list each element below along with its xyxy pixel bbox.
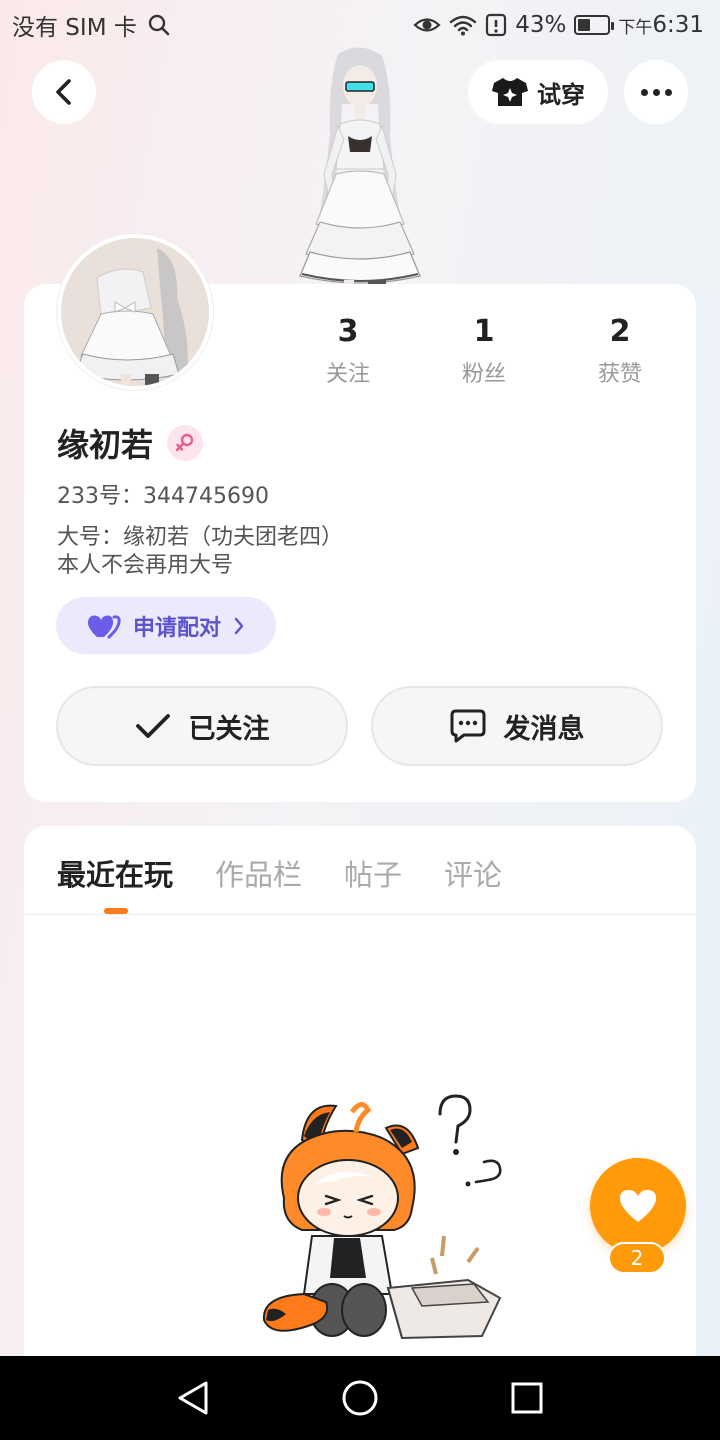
dot-icon (664, 88, 672, 96)
check-icon (135, 714, 170, 738)
stat-followers[interactable]: 1 粉丝 (416, 314, 552, 388)
nav-back-button[interactable] (163, 1368, 223, 1428)
try-on-label: 试穿 (537, 80, 585, 109)
battery-text: 43% (515, 12, 567, 38)
system-navigation-bar (0, 1356, 720, 1440)
chevron-left-icon (56, 79, 71, 105)
avatar-3d-figure[interactable] (280, 44, 440, 289)
try-on-button[interactable]: 试穿 (468, 60, 608, 124)
time-prefix: 下午 (618, 17, 653, 38)
shirt-sparkle-icon (492, 78, 528, 106)
tab-works[interactable]: 作品栏 (215, 852, 302, 894)
female-gender-icon (167, 425, 204, 461)
back-button[interactable] (32, 60, 96, 124)
eye-icon (413, 18, 441, 32)
username: 缘初若 (57, 426, 154, 464)
status-left: 没有 SIM 卡 (12, 8, 171, 42)
triangle-back-icon (178, 1381, 208, 1415)
avatar-image (61, 238, 209, 386)
request-pair-button[interactable]: 申请配对 (56, 597, 276, 654)
alert-icon (486, 13, 507, 37)
chevron-right-icon (234, 617, 244, 634)
square-recents-icon (511, 1382, 543, 1414)
user-bio: 大号：缘初若（功夫团老四） 本人不会再用大号 (57, 525, 344, 578)
chat-bubble-icon (450, 709, 485, 743)
stat-likes[interactable]: 2 获赞 (552, 314, 688, 388)
username-row: 缘初若 (57, 420, 204, 466)
nav-home-button[interactable] (330, 1368, 390, 1428)
dot-icon (652, 88, 660, 96)
status-bar: 没有 SIM 卡 43% 下午 6:31 (0, 0, 720, 50)
stat-label: 获赞 (597, 362, 642, 387)
search-icon (148, 14, 170, 36)
profile-stats: 3 关注 1 粉丝 2 获赞 (280, 314, 688, 388)
tabs-divider (24, 914, 696, 915)
tab-recently-played[interactable]: 最近在玩 (57, 852, 173, 894)
clock-time: 6:31 (652, 12, 704, 38)
battery-fill (578, 19, 591, 31)
battery-icon (574, 15, 615, 35)
user-id: 233号：344745690 (57, 484, 269, 509)
like-button[interactable] (590, 1158, 686, 1254)
tab-comments[interactable]: 评论 (444, 852, 502, 894)
stat-value: 3 (337, 314, 359, 349)
more-options-button[interactable] (624, 60, 688, 124)
tab-bar: 最近在玩 作品栏 帖子 评论 (57, 852, 502, 894)
wifi-icon (450, 15, 477, 36)
like-count-badge: 2 (608, 1242, 666, 1274)
request-pair-label: 申请配对 (132, 615, 221, 641)
tab-posts[interactable]: 帖子 (344, 852, 402, 894)
dot-icon (640, 88, 648, 96)
send-message-button[interactable]: 发消息 (371, 686, 663, 766)
stat-following[interactable]: 3 关注 (280, 314, 416, 388)
carrier-text: 没有 SIM 卡 (12, 15, 137, 41)
content-tabs-card: 最近在玩 作品栏 帖子 评论 (24, 826, 696, 1386)
follow-button[interactable]: 已关注 (56, 686, 348, 766)
stat-value: 2 (609, 314, 631, 349)
empty-state-illustration (262, 1094, 502, 1340)
status-right: 43% 下午 6:31 (413, 12, 704, 38)
nav-recents-button[interactable] (497, 1368, 557, 1428)
stat-label: 粉丝 (461, 362, 506, 387)
stat-label: 关注 (325, 362, 370, 387)
send-message-label: 发消息 (503, 713, 585, 745)
double-heart-icon (87, 614, 121, 638)
circle-home-icon (342, 1380, 378, 1416)
follow-label: 已关注 (188, 713, 270, 745)
stat-value: 1 (473, 314, 495, 349)
heart-icon (619, 1190, 657, 1222)
avatar[interactable] (57, 234, 213, 390)
